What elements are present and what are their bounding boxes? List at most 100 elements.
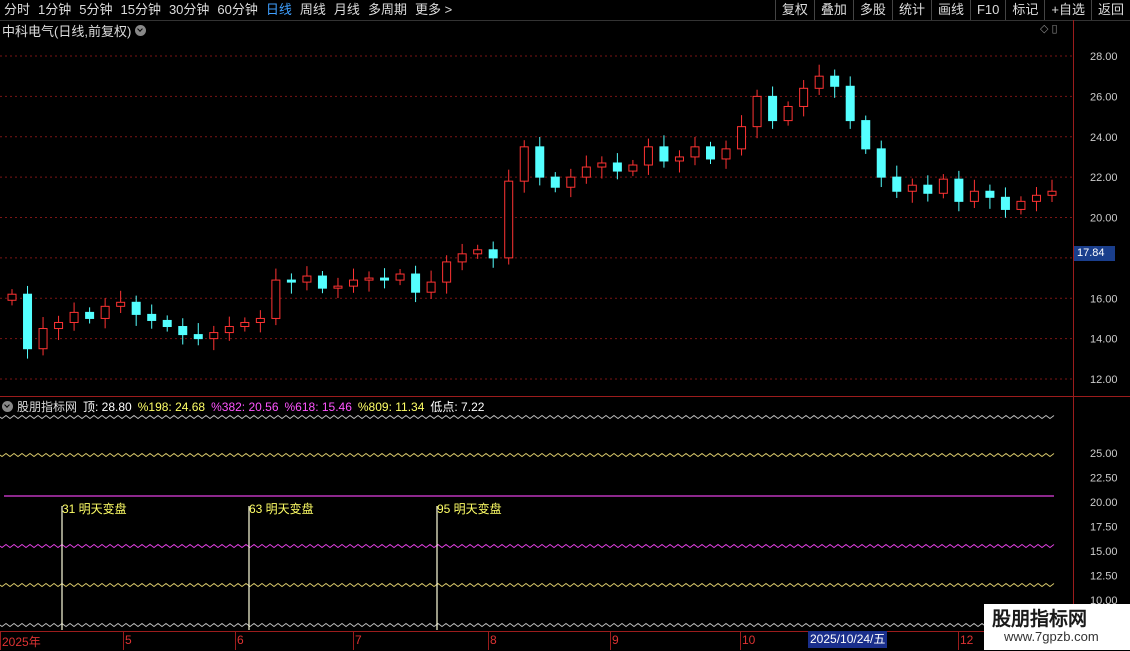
indicator-tick-label: 17.50 xyxy=(1090,522,1118,534)
date-tick xyxy=(488,632,489,650)
candle-body xyxy=(209,332,219,340)
candle-body xyxy=(938,178,948,194)
signal-label-2: 95 明天变盘 xyxy=(437,501,502,516)
kline-chart[interactable]: 28.00 26.00 24.00 22.00 20.00 16.00 14.00 12.00… xyxy=(0,0,1130,650)
candle-body xyxy=(317,275,327,289)
candle-body xyxy=(659,146,669,162)
candle-body xyxy=(752,95,762,128)
watermark-url: www.7gpzb.com xyxy=(1004,629,1099,644)
price-tick-label: 22.00 xyxy=(1090,172,1118,184)
candle-body xyxy=(1016,200,1026,210)
date-tick xyxy=(353,632,354,650)
candle-body xyxy=(519,146,529,182)
date-tick xyxy=(958,632,959,650)
price-tick-label: 20.00 xyxy=(1090,213,1118,225)
candle-body xyxy=(1031,194,1041,202)
candle-body xyxy=(116,301,126,307)
watermark-title: 股朋指标网 xyxy=(992,609,1088,630)
level-198-line xyxy=(0,452,1055,458)
candle-body xyxy=(193,334,203,340)
price-tick-label: 14.00 xyxy=(1090,334,1118,346)
candle-body xyxy=(457,253,467,263)
date-tick xyxy=(235,632,236,650)
date-tick xyxy=(610,632,611,650)
candle-body xyxy=(286,279,296,283)
candle-body xyxy=(768,95,778,122)
date-label-7: 12 xyxy=(960,633,974,647)
date-tick xyxy=(123,632,124,650)
top-level-line xyxy=(0,414,1055,420)
candle-body xyxy=(473,249,483,255)
date-label-5: 9 xyxy=(612,633,619,647)
candle-body xyxy=(612,162,622,172)
candle-body xyxy=(861,120,871,150)
candle-body xyxy=(643,146,653,166)
date-tick xyxy=(740,632,741,650)
level-618-line xyxy=(0,543,1055,549)
candle-body xyxy=(581,166,591,178)
price-tick-label: 12.00 xyxy=(1090,374,1118,386)
candle-body xyxy=(147,313,157,321)
bottom-level-line xyxy=(0,622,1055,628)
candle-body xyxy=(395,273,405,281)
candle-body xyxy=(892,176,902,192)
candle-body xyxy=(240,321,250,328)
indicator-tick-label: 12.50 xyxy=(1090,571,1118,583)
candle-body xyxy=(628,164,638,172)
signal-label-1: 63 明天变盘 xyxy=(249,501,314,516)
current-price-tag: 17.84 xyxy=(1074,246,1115,261)
candle-body xyxy=(845,85,855,122)
candle-body xyxy=(333,285,343,289)
watermark-logo: 股朋指标网 www.7gpzb.com xyxy=(984,604,1130,650)
candle-body xyxy=(954,178,964,202)
candle-body xyxy=(69,311,79,323)
candle-body xyxy=(876,148,886,178)
candle-body xyxy=(907,184,917,192)
date-axis: 2025年 5 6 7 8 9 10 12 xyxy=(0,631,1073,651)
candle-body xyxy=(380,277,390,281)
date-label-2: 6 xyxy=(237,633,244,647)
candle-body xyxy=(224,326,234,334)
chevron-down-icon[interactable] xyxy=(2,400,13,412)
price-tick-label: 28.00 xyxy=(1090,51,1118,63)
price-tick-label: 26.00 xyxy=(1090,91,1118,103)
indicator-name: 股朋指标网 xyxy=(17,399,78,414)
indicator-title: 股朋指标网 顶: 28.80 %198: 24.68 %382: 20.56 %618… xyxy=(2,398,496,414)
candle-body xyxy=(131,301,141,315)
price-axis-divider xyxy=(1073,20,1074,630)
date-cursor-label: 2025/10/24/五 xyxy=(808,631,888,648)
indicator-tick-label: 22.50 xyxy=(1090,473,1118,485)
candle-body xyxy=(737,126,747,150)
indicator-tick-label: 20.00 xyxy=(1090,497,1118,509)
indicator-tick-label: 25.00 xyxy=(1090,448,1118,460)
date-label-1: 5 xyxy=(125,633,132,647)
candle-body xyxy=(255,317,265,323)
candle-body xyxy=(85,311,95,319)
candle-body xyxy=(923,184,933,194)
candle-body xyxy=(566,176,576,188)
candle-body xyxy=(38,328,48,350)
price-tick-label: 24.00 xyxy=(1090,132,1118,144)
candle-body xyxy=(348,279,358,287)
candle-body xyxy=(690,146,700,158)
candle-body xyxy=(550,176,560,188)
candle-body xyxy=(830,75,840,87)
indicator-value-1: %198: 24.68 xyxy=(137,399,206,414)
candle-body xyxy=(969,190,979,202)
level-809-line xyxy=(0,582,1055,588)
candle-body xyxy=(271,279,281,319)
candle-body xyxy=(100,305,110,319)
candle-body xyxy=(783,105,793,122)
price-tick-label: 16.00 xyxy=(1090,293,1118,305)
candle-body xyxy=(178,326,188,336)
indicator-values: 顶: 28.80 %198: 24.68 %382: 20.56 %618: 15.4… xyxy=(83,398,490,415)
candle-body xyxy=(1000,196,1010,210)
candle-body xyxy=(721,148,731,160)
candle-body xyxy=(488,249,498,259)
indicator-value-2: %382: 20.56 xyxy=(211,399,279,414)
indicator-value-4: %809: 11.34 xyxy=(357,399,425,414)
candle-body xyxy=(7,293,17,301)
date-label-3: 7 xyxy=(355,633,362,647)
indicator-value-3: %618: 15.46 xyxy=(284,399,352,414)
date-tick xyxy=(0,632,1,650)
